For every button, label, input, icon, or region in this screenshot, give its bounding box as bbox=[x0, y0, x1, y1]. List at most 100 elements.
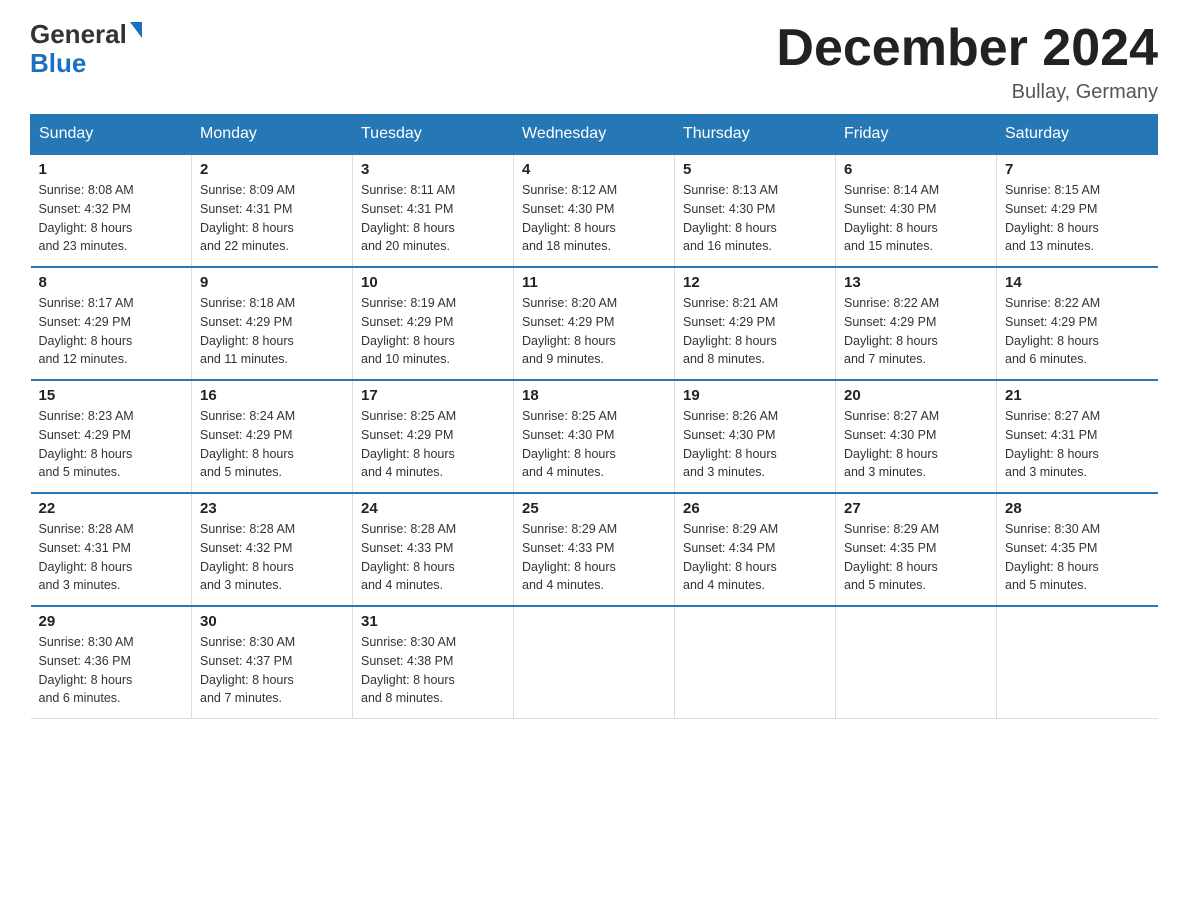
day-info: Sunrise: 8:29 AMSunset: 4:33 PMDaylight:… bbox=[522, 520, 666, 595]
calendar-day-cell: 10 Sunrise: 8:19 AMSunset: 4:29 PMDayligh… bbox=[353, 267, 514, 380]
day-info: Sunrise: 8:11 AMSunset: 4:31 PMDaylight:… bbox=[361, 181, 505, 256]
calendar-day-cell: 19 Sunrise: 8:26 AMSunset: 4:30 PMDayligh… bbox=[675, 380, 836, 493]
calendar-day-cell: 12 Sunrise: 8:21 AMSunset: 4:29 PMDayligh… bbox=[675, 267, 836, 380]
day-number: 10 bbox=[361, 274, 505, 291]
day-number: 16 bbox=[200, 387, 344, 404]
day-number: 13 bbox=[844, 274, 988, 291]
logo-general-text: General bbox=[30, 20, 127, 49]
day-info: Sunrise: 8:28 AMSunset: 4:31 PMDaylight:… bbox=[39, 520, 184, 595]
day-number: 14 bbox=[1005, 274, 1150, 291]
day-number: 21 bbox=[1005, 387, 1150, 404]
day-info: Sunrise: 8:30 AMSunset: 4:37 PMDaylight:… bbox=[200, 633, 344, 708]
day-number: 9 bbox=[200, 274, 344, 291]
day-number: 28 bbox=[1005, 500, 1150, 517]
calendar-week-row: 15 Sunrise: 8:23 AMSunset: 4:29 PMDayligh… bbox=[31, 380, 1158, 493]
calendar-day-cell: 1Sunrise: 8:08 AMSunset: 4:32 PMDaylight… bbox=[31, 154, 192, 267]
calendar-day-cell: 15 Sunrise: 8:23 AMSunset: 4:29 PMDayligh… bbox=[31, 380, 192, 493]
calendar-day-cell: 18 Sunrise: 8:25 AMSunset: 4:30 PMDayligh… bbox=[514, 380, 675, 493]
weekday-header-tuesday: Tuesday bbox=[353, 115, 514, 155]
day-info: Sunrise: 8:23 AMSunset: 4:29 PMDaylight:… bbox=[39, 407, 184, 482]
day-number: 11 bbox=[522, 274, 666, 291]
day-info: Sunrise: 8:29 AMSunset: 4:34 PMDaylight:… bbox=[683, 520, 827, 595]
day-info: Sunrise: 8:26 AMSunset: 4:30 PMDaylight:… bbox=[683, 407, 827, 482]
day-number: 24 bbox=[361, 500, 505, 517]
day-info: Sunrise: 8:18 AMSunset: 4:29 PMDaylight:… bbox=[200, 294, 344, 369]
day-number: 17 bbox=[361, 387, 505, 404]
weekday-header-wednesday: Wednesday bbox=[514, 115, 675, 155]
day-number: 18 bbox=[522, 387, 666, 404]
day-info: Sunrise: 8:21 AMSunset: 4:29 PMDaylight:… bbox=[683, 294, 827, 369]
calendar-day-cell: 22 Sunrise: 8:28 AMSunset: 4:31 PMDayligh… bbox=[31, 493, 192, 606]
calendar-day-cell: 9 Sunrise: 8:18 AMSunset: 4:29 PMDaylight… bbox=[192, 267, 353, 380]
calendar-day-cell: 24Sunrise: 8:28 AMSunset: 4:33 PMDayligh… bbox=[353, 493, 514, 606]
calendar-day-cell: 14 Sunrise: 8:22 AMSunset: 4:29 PMDayligh… bbox=[997, 267, 1158, 380]
calendar-day-cell: 25 Sunrise: 8:29 AMSunset: 4:33 PMDayligh… bbox=[514, 493, 675, 606]
day-number: 30 bbox=[200, 613, 344, 630]
calendar-day-cell: 26Sunrise: 8:29 AMSunset: 4:34 PMDayligh… bbox=[675, 493, 836, 606]
day-info: Sunrise: 8:09 AMSunset: 4:31 PMDaylight:… bbox=[200, 181, 344, 256]
calendar-day-cell: 5Sunrise: 8:13 AMSunset: 4:30 PMDaylight… bbox=[675, 154, 836, 267]
day-info: Sunrise: 8:15 AMSunset: 4:29 PMDaylight:… bbox=[1005, 181, 1150, 256]
day-info: Sunrise: 8:25 AMSunset: 4:29 PMDaylight:… bbox=[361, 407, 505, 482]
calendar-day-cell: 20Sunrise: 8:27 AMSunset: 4:30 PMDayligh… bbox=[836, 380, 997, 493]
calendar-day-cell: 3 Sunrise: 8:11 AMSunset: 4:31 PMDaylight… bbox=[353, 154, 514, 267]
day-info: Sunrise: 8:19 AMSunset: 4:29 PMDaylight:… bbox=[361, 294, 505, 369]
calendar-week-row: 22 Sunrise: 8:28 AMSunset: 4:31 PMDayligh… bbox=[31, 493, 1158, 606]
weekday-header-sunday: Sunday bbox=[31, 115, 192, 155]
calendar-day-cell bbox=[514, 606, 675, 719]
day-number: 8 bbox=[39, 274, 184, 291]
day-info: Sunrise: 8:22 AMSunset: 4:29 PMDaylight:… bbox=[1005, 294, 1150, 369]
weekday-header-thursday: Thursday bbox=[675, 115, 836, 155]
day-info: Sunrise: 8:22 AMSunset: 4:29 PMDaylight:… bbox=[844, 294, 988, 369]
location-label: Bullay, Germany bbox=[776, 81, 1158, 104]
day-number: 23 bbox=[200, 500, 344, 517]
weekday-header-friday: Friday bbox=[836, 115, 997, 155]
day-info: Sunrise: 8:24 AMSunset: 4:29 PMDaylight:… bbox=[200, 407, 344, 482]
day-number: 5 bbox=[683, 161, 827, 178]
weekday-header-monday: Monday bbox=[192, 115, 353, 155]
calendar-table: SundayMondayTuesdayWednesdayThursdayFrid… bbox=[30, 114, 1158, 719]
calendar-week-row: 8 Sunrise: 8:17 AMSunset: 4:29 PMDaylight… bbox=[31, 267, 1158, 380]
page-header: General Blue December 2024 Bullay, Germa… bbox=[30, 20, 1158, 104]
day-info: Sunrise: 8:14 AMSunset: 4:30 PMDaylight:… bbox=[844, 181, 988, 256]
weekday-header-saturday: Saturday bbox=[997, 115, 1158, 155]
day-number: 12 bbox=[683, 274, 827, 291]
logo-blue-text: Blue bbox=[30, 49, 142, 78]
calendar-week-row: 29Sunrise: 8:30 AMSunset: 4:36 PMDayligh… bbox=[31, 606, 1158, 719]
logo: General Blue bbox=[30, 20, 142, 77]
calendar-day-cell bbox=[997, 606, 1158, 719]
day-number: 7 bbox=[1005, 161, 1150, 178]
calendar-day-cell: 23 Sunrise: 8:28 AMSunset: 4:32 PMDayligh… bbox=[192, 493, 353, 606]
calendar-day-cell: 2 Sunrise: 8:09 AMSunset: 4:31 PMDaylight… bbox=[192, 154, 353, 267]
title-section: December 2024 Bullay, Germany bbox=[776, 20, 1158, 104]
day-info: Sunrise: 8:20 AMSunset: 4:29 PMDaylight:… bbox=[522, 294, 666, 369]
calendar-day-cell: 17 Sunrise: 8:25 AMSunset: 4:29 PMDayligh… bbox=[353, 380, 514, 493]
calendar-day-cell: 28 Sunrise: 8:30 AMSunset: 4:35 PMDayligh… bbox=[997, 493, 1158, 606]
day-number: 19 bbox=[683, 387, 827, 404]
calendar-day-cell: 13 Sunrise: 8:22 AMSunset: 4:29 PMDayligh… bbox=[836, 267, 997, 380]
calendar-day-cell bbox=[836, 606, 997, 719]
logo-arrow-icon bbox=[130, 22, 142, 38]
day-info: Sunrise: 8:25 AMSunset: 4:30 PMDaylight:… bbox=[522, 407, 666, 482]
day-number: 15 bbox=[39, 387, 184, 404]
calendar-day-cell: 6Sunrise: 8:14 AMSunset: 4:30 PMDaylight… bbox=[836, 154, 997, 267]
calendar-day-cell: 31Sunrise: 8:30 AMSunset: 4:38 PMDayligh… bbox=[353, 606, 514, 719]
day-number: 2 bbox=[200, 161, 344, 178]
day-number: 22 bbox=[39, 500, 184, 517]
day-info: Sunrise: 8:12 AMSunset: 4:30 PMDaylight:… bbox=[522, 181, 666, 256]
day-info: Sunrise: 8:28 AMSunset: 4:32 PMDaylight:… bbox=[200, 520, 344, 595]
day-info: Sunrise: 8:30 AMSunset: 4:35 PMDaylight:… bbox=[1005, 520, 1150, 595]
month-title: December 2024 bbox=[776, 20, 1158, 77]
calendar-day-cell: 4 Sunrise: 8:12 AMSunset: 4:30 PMDaylight… bbox=[514, 154, 675, 267]
calendar-day-cell: 16 Sunrise: 8:24 AMSunset: 4:29 PMDayligh… bbox=[192, 380, 353, 493]
calendar-day-cell: 21Sunrise: 8:27 AMSunset: 4:31 PMDayligh… bbox=[997, 380, 1158, 493]
day-number: 25 bbox=[522, 500, 666, 517]
day-info: Sunrise: 8:17 AMSunset: 4:29 PMDaylight:… bbox=[39, 294, 184, 369]
day-number: 3 bbox=[361, 161, 505, 178]
calendar-day-cell: 7 Sunrise: 8:15 AMSunset: 4:29 PMDaylight… bbox=[997, 154, 1158, 267]
day-info: Sunrise: 8:30 AMSunset: 4:38 PMDaylight:… bbox=[361, 633, 505, 708]
day-info: Sunrise: 8:27 AMSunset: 4:30 PMDaylight:… bbox=[844, 407, 988, 482]
day-number: 27 bbox=[844, 500, 988, 517]
calendar-day-cell bbox=[675, 606, 836, 719]
day-number: 4 bbox=[522, 161, 666, 178]
